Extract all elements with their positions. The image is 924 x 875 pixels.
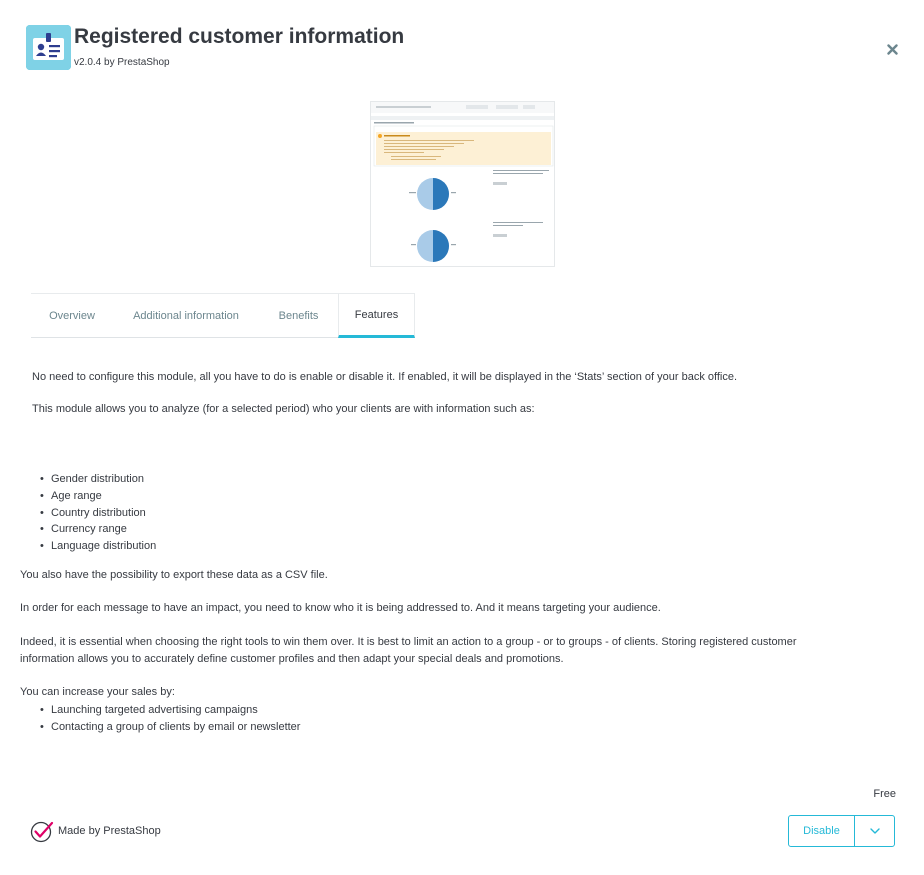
- list-item: Gender distribution: [40, 471, 156, 488]
- prestashop-check-icon: [30, 821, 54, 843]
- tab-features[interactable]: Features: [338, 294, 415, 338]
- module-screenshot[interactable]: [370, 101, 555, 267]
- analyze-intro: This module allows you to analyze (for a…: [32, 403, 535, 415]
- user-card-icon: [26, 25, 71, 70]
- module-title: Registered customer information: [74, 25, 405, 48]
- tab-overview[interactable]: Overview: [31, 294, 113, 338]
- price-label: Free: [873, 788, 896, 800]
- module-action-group: Disable: [788, 815, 895, 847]
- sales-intro: You can increase your sales by:: [20, 686, 175, 698]
- export-note: You also have the possibility to export …: [20, 569, 328, 581]
- list-item: Country distribution: [40, 505, 156, 522]
- essential-note-line-1: Indeed, it is essential when choosing th…: [20, 636, 797, 648]
- tab-benefits[interactable]: Benefits: [259, 294, 338, 338]
- list-item: Launching targeted advertising campaigns: [40, 702, 300, 719]
- module-tabs: Overview Additional information Benefits…: [31, 293, 415, 338]
- module-version: v2.0.4 by PrestaShop: [74, 57, 170, 68]
- list-item: Age range: [40, 488, 156, 505]
- disable-button[interactable]: Disable: [789, 816, 855, 846]
- list-item: Language distribution: [40, 538, 156, 555]
- made-by-prestashop: Made by PrestaShop: [30, 819, 161, 843]
- modal-header: Registered customer information v2.0.4 b…: [0, 0, 924, 90]
- sales-list: Launching targeted advertising campaigns…: [40, 702, 300, 736]
- close-icon: [886, 43, 898, 55]
- features-intro: No need to configure this module, all yo…: [32, 371, 738, 383]
- list-item: Contacting a group of clients by email o…: [40, 719, 300, 736]
- tab-additional-information[interactable]: Additional information: [113, 294, 259, 338]
- chevron-down-icon: [869, 828, 880, 834]
- list-item: Currency range: [40, 521, 156, 538]
- actions-dropdown-toggle[interactable]: [855, 816, 894, 846]
- impact-note: In order for each message to have an imp…: [20, 602, 661, 614]
- made-by-label: Made by PrestaShop: [58, 825, 161, 837]
- close-button[interactable]: [882, 38, 902, 60]
- essential-note-line-2: information allows you to accurately def…: [20, 653, 564, 665]
- analysis-list: Gender distribution Age range Country di…: [40, 471, 156, 555]
